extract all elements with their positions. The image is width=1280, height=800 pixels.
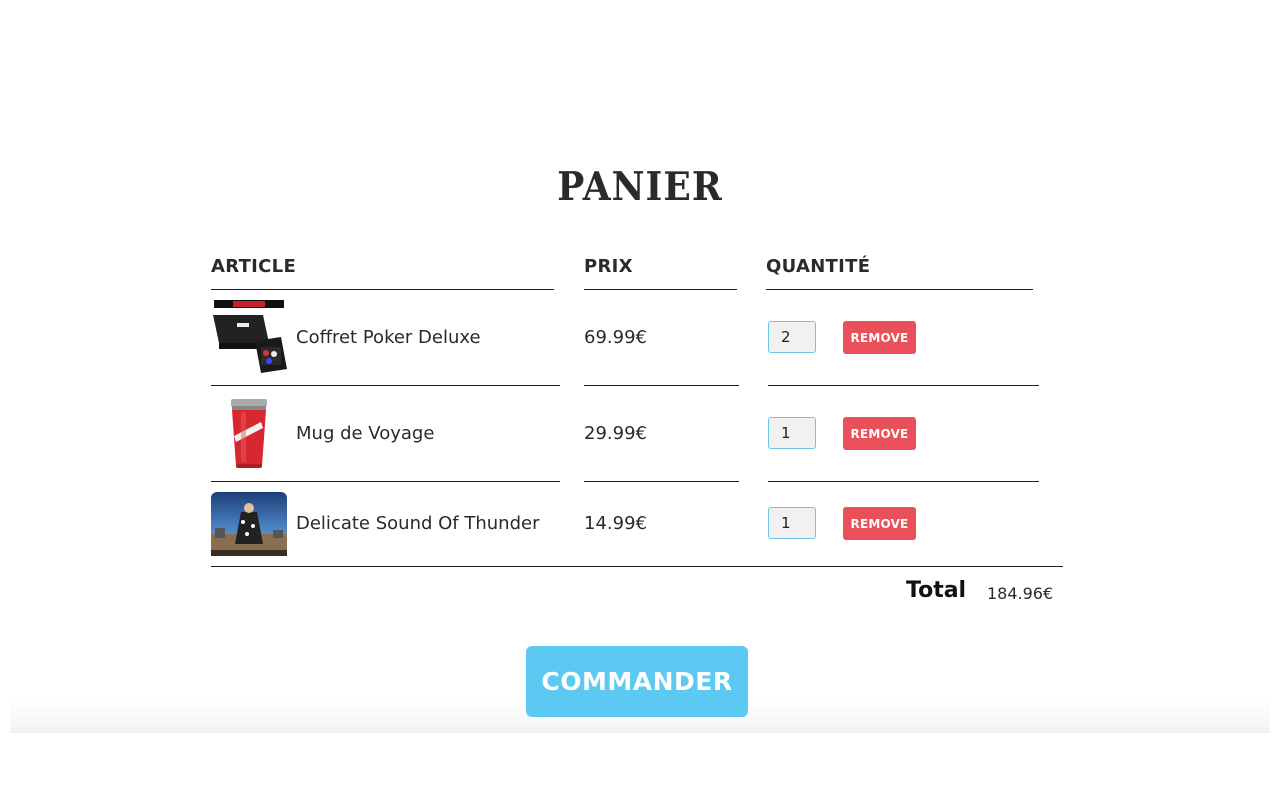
quantity-input[interactable] (768, 321, 816, 353)
remove-button[interactable]: REMOVE (843, 507, 916, 540)
header-divider-quantity (766, 289, 1033, 290)
row-divider (584, 481, 739, 482)
header-divider-article (211, 289, 554, 290)
header-article: ARTICLE (211, 256, 297, 277)
total-label: Total (906, 578, 967, 603)
row-divider (211, 385, 560, 386)
row-divider (211, 481, 560, 482)
item-name: Mug de Voyage (296, 423, 435, 444)
item-price: 29.99€ (584, 423, 647, 444)
poker-set-image (213, 300, 287, 373)
page-title: PANIER (557, 164, 723, 210)
row-divider (768, 385, 1039, 386)
album-cover-image (211, 492, 287, 556)
item-name: Delicate Sound Of Thunder (296, 513, 540, 534)
item-price: 69.99€ (584, 327, 647, 348)
row-divider (584, 385, 739, 386)
quantity-input[interactable] (768, 507, 816, 539)
remove-button[interactable]: REMOVE (843, 321, 916, 354)
item-price: 14.99€ (584, 513, 647, 534)
row-divider (768, 481, 1039, 482)
total-divider (211, 566, 1063, 567)
header-divider-price (584, 289, 737, 290)
order-button[interactable]: COMMANDER (526, 646, 748, 717)
remove-button[interactable]: REMOVE (843, 417, 916, 450)
total-value: 184.96€ (987, 584, 1054, 603)
quantity-input[interactable] (768, 417, 816, 449)
travel-mug-image (231, 399, 267, 468)
cart-page: PANIER ARTICLE PRIX QUANTITÉ Coffret Pok… (0, 0, 1280, 800)
item-name: Coffret Poker Deluxe (296, 327, 481, 348)
header-quantity: QUANTITÉ (766, 256, 871, 277)
header-price: PRIX (584, 256, 633, 277)
